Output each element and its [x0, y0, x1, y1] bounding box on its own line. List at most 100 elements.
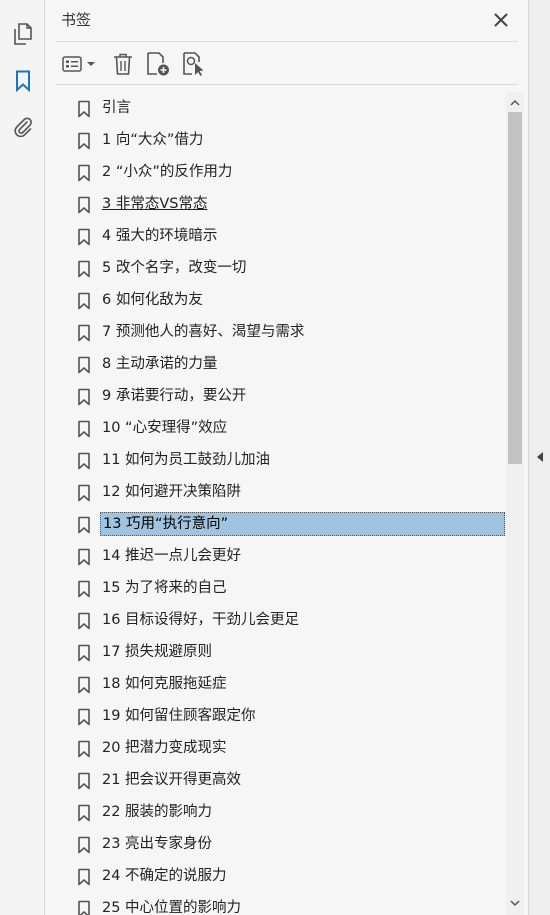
bookmark-from-selection-icon	[183, 52, 204, 76]
delete-icon	[114, 53, 132, 75]
attachments-button[interactable]	[9, 112, 36, 139]
chevron-up-icon	[510, 99, 520, 106]
bookmark-icon	[78, 772, 90, 790]
bookmark-label: 25 中心位置的影响力	[102, 900, 242, 915]
bookmarks-button[interactable]	[9, 67, 36, 94]
bookmark-label: 21 把会议开得更高效	[102, 772, 242, 788]
triangle-left-icon	[537, 452, 543, 462]
bookmark-icon	[78, 292, 90, 310]
options-menu-button[interactable]	[60, 50, 98, 78]
bookmark-item[interactable]: 16 目标设得好，干劲儿会更足	[46, 608, 506, 632]
new-bookmark-button[interactable]	[144, 50, 172, 78]
bookmark-label: 13 巧用“执行意向”	[100, 512, 505, 536]
delete-bookmark-button[interactable]	[110, 50, 136, 78]
bookmark-item[interactable]: 9 承诺要行动，要公开	[46, 384, 506, 408]
bookmark-item[interactable]: 15 为了将来的自己	[46, 576, 506, 600]
bookmark-item[interactable]: 22 服装的影响力	[46, 800, 506, 824]
vertical-scrollbar[interactable]	[506, 92, 524, 915]
bookmark-item[interactable]: 5 改个名字，改变一切	[46, 256, 506, 280]
bookmark-item[interactable]: 8 主动承诺的力量	[46, 352, 506, 376]
bookmark-item[interactable]: 1 向“大众”借力	[46, 128, 506, 152]
bookmark-icon	[78, 612, 90, 630]
bookmark-icon	[78, 836, 90, 854]
bookmark-label: 16 目标设得好，干劲儿会更足	[102, 612, 300, 628]
bookmark-label: 10 “心安理得”效应	[102, 420, 228, 436]
bookmark-label: 5 改个名字，改变一切	[102, 260, 247, 276]
bookmark-item[interactable]: 10 “心安理得”效应	[46, 416, 506, 440]
attachment-icon	[13, 117, 32, 137]
bookmark-label: 4 强大的环境暗示	[102, 228, 218, 244]
bookmark-label: 14 推迟一点儿会更好	[102, 548, 242, 564]
bookmark-label: 9 承诺要行动，要公开	[102, 388, 247, 404]
bookmark-label: 23 亮出专家身份	[102, 836, 213, 852]
bookmark-label: 19 如何留住顾客跟定你	[102, 708, 256, 724]
bookmark-item[interactable]: 引言	[46, 96, 506, 120]
header-divider	[56, 41, 518, 42]
bookmark-icon	[78, 452, 90, 470]
bookmark-icon	[78, 676, 90, 694]
collapse-panel-button[interactable]	[533, 448, 547, 466]
bookmark-label: 20 把潜力变成现实	[102, 740, 227, 756]
scroll-down-button[interactable]	[506, 895, 524, 911]
scrollbar-thumb[interactable]	[508, 112, 522, 464]
bookmark-icon	[78, 420, 90, 438]
panel-header: 书签	[46, 0, 528, 42]
bookmark-label: 18 如何克服拖延症	[102, 676, 227, 692]
bookmark-icon	[78, 228, 90, 246]
bookmark-label: 7 预测他人的喜好、渴望与需求	[102, 324, 305, 340]
bookmark-icon	[78, 804, 90, 822]
pages-button[interactable]	[9, 20, 36, 47]
bookmark-label: 17 损失规避原则	[102, 644, 213, 660]
bookmark-item[interactable]: 11 如何为员工鼓劲儿加油	[46, 448, 506, 472]
bookmark-icon	[78, 708, 90, 726]
bookmark-label: 24 不确定的说服力	[102, 868, 227, 884]
bookmark-item[interactable]: 20 把潜力变成现实	[46, 736, 506, 760]
close-icon	[494, 13, 508, 27]
toolbar-divider	[56, 84, 518, 85]
scroll-up-button[interactable]	[506, 94, 524, 110]
bookmark-icon	[78, 644, 90, 662]
bookmark-item[interactable]: 18 如何克服拖延症	[46, 672, 506, 696]
bookmark-item[interactable]: 17 损失规避原则	[46, 640, 506, 664]
bookmark-icon	[78, 196, 90, 214]
chevron-down-icon	[510, 899, 520, 906]
options-menu-icon	[62, 56, 95, 72]
bookmark-item[interactable]: 12 如何避开决策陷阱	[46, 480, 506, 504]
bookmark-icon	[78, 100, 90, 118]
bookmark-item[interactable]: 7 预测他人的喜好、渴望与需求	[46, 320, 506, 344]
bookmark-item[interactable]: 24 不确定的说服力	[46, 864, 506, 888]
bookmark-label: 引言	[102, 100, 131, 116]
bookmark-item[interactable]: 21 把会议开得更高效	[46, 768, 506, 792]
bookmark-item[interactable]: 13 巧用“执行意向”	[46, 512, 506, 536]
bookmark-label: 1 向“大众”借力	[102, 132, 204, 148]
bookmark-item[interactable]: 23 亮出专家身份	[46, 832, 506, 856]
bookmark-icon	[78, 260, 90, 278]
bookmark-icon	[78, 740, 90, 758]
navigation-rail	[0, 0, 45, 915]
bookmark-icon	[78, 356, 90, 374]
bookmark-label: 22 服装的影响力	[102, 804, 213, 820]
bookmark-item[interactable]: 14 推迟一点儿会更好	[46, 544, 506, 568]
bookmark-icon	[78, 324, 90, 342]
bookmark-icon	[78, 484, 90, 502]
bookmark-icon	[78, 868, 90, 886]
bookmark-label: 8 主动承诺的力量	[102, 356, 218, 372]
bookmark-list: 引言 1 向“大众”借力 2 “小众”的反作用力 3 非常态VS常态 4 强大的环境暗示…	[46, 92, 506, 915]
bookmark-item[interactable]: 25 中心位置的影响力	[46, 896, 506, 915]
bookmark-icon	[78, 580, 90, 598]
bookmark-icon	[78, 548, 90, 566]
bookmark-icon	[78, 132, 90, 150]
close-panel-button[interactable]	[490, 9, 512, 31]
bookmark-item[interactable]: 6 如何化敌为友	[46, 288, 506, 312]
new-bookmark-icon	[147, 52, 169, 76]
bookmark-from-selection-button[interactable]	[180, 50, 208, 78]
bookmark-label: 15 为了将来的自己	[102, 580, 227, 596]
bookmarks-panel: 书签 引言 1 向“大众”借力 2 “小众”的反作用力 3 非常态VS常态 4 …	[46, 0, 528, 915]
bookmark-label: 2 “小众”的反作用力	[102, 164, 233, 180]
bookmark-item[interactable]: 4 强大的环境暗示	[46, 224, 506, 248]
bookmark-icon	[78, 388, 90, 406]
bookmark-item[interactable]: 3 非常态VS常态	[46, 192, 506, 216]
bookmark-item[interactable]: 19 如何留住顾客跟定你	[46, 704, 506, 728]
bookmark-label: 3 非常态VS常态	[102, 196, 208, 212]
bookmark-item[interactable]: 2 “小众”的反作用力	[46, 160, 506, 184]
